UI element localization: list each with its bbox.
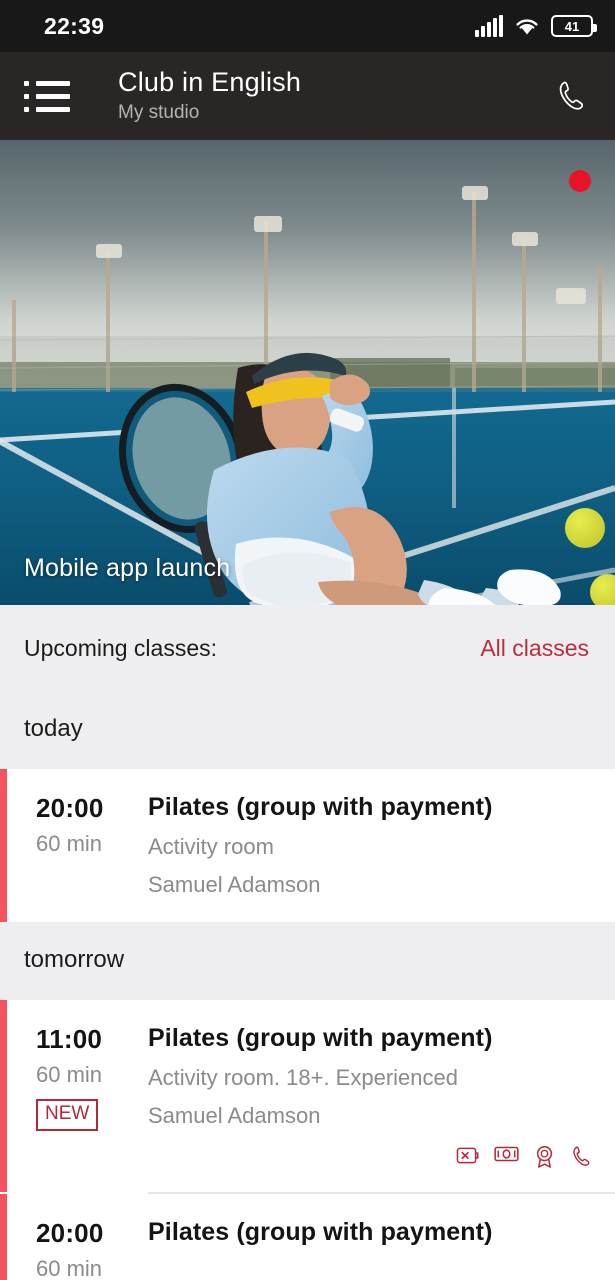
class-card[interactable]: 20:00 60 min Pilates (group with payment… [0, 1194, 615, 1280]
page-subtitle: My studio [118, 101, 200, 123]
class-room: Activity room. 18+. Experienced [148, 1065, 458, 1090]
class-duration: 60 min [36, 1256, 103, 1280]
class-details: Pilates (group with payment) Activity ro… [148, 1022, 593, 1168]
class-trainer: Samuel Adamson [148, 872, 321, 897]
class-title: Pilates (group with payment) [148, 1218, 493, 1246]
class-duration: 60 min [36, 831, 103, 856]
class-title: Pilates (group with payment) [148, 793, 493, 821]
status-time: 22:39 [44, 12, 105, 39]
status-badge: NEW [36, 1099, 99, 1131]
wallet-no-payment-icon[interactable] [456, 1145, 479, 1168]
page-title: Club in English [118, 66, 302, 97]
hero-caption: Mobile app launch [24, 554, 231, 582]
signal-bars-icon [475, 15, 503, 37]
class-details: Pilates (group with payment) [148, 1216, 593, 1280]
status-icons: 41 [475, 15, 597, 37]
day-header-today: today [0, 691, 615, 769]
list-menu-icon[interactable] [24, 76, 72, 116]
class-time: 11:00 [36, 1024, 103, 1054]
class-accent-bar [0, 1000, 7, 1192]
class-card[interactable]: 20:00 60 min Pilates (group with payment… [0, 769, 615, 922]
wifi-icon [514, 15, 540, 37]
day-header-tomorrow: tomorrow [0, 922, 615, 1000]
class-details: Pilates (group with payment) Activity ro… [148, 791, 593, 898]
banknote-zero-icon[interactable] [494, 1145, 519, 1168]
class-room: Activity room [148, 834, 274, 859]
battery-icon: 41 [551, 15, 597, 37]
phone-icon[interactable] [549, 72, 593, 120]
class-time-column: 20:00 60 min [0, 791, 148, 898]
app-screen: 22:39 41 Club in English My studio Mobil… [0, 0, 615, 1280]
status-bar: 22:39 41 [0, 0, 615, 52]
upcoming-classes-label: Upcoming classes: [24, 634, 218, 661]
class-card[interactable]: 11:00 60 min NEW Pilates (group with pay… [0, 1000, 615, 1192]
class-duration: 60 min [36, 1062, 103, 1087]
hero-banner[interactable]: Mobile app launch [0, 140, 615, 605]
app-bar-titles: Club in English My studio [118, 67, 549, 126]
class-trainer: Samuel Adamson [148, 1103, 321, 1128]
class-accent-bar [0, 1194, 7, 1280]
class-time-column: 11:00 60 min NEW [0, 1022, 148, 1168]
class-time: 20:00 [36, 1218, 104, 1248]
phone-icon[interactable] [570, 1145, 593, 1168]
all-classes-link[interactable]: All classes [480, 635, 589, 662]
carousel-dot-icon[interactable] [569, 170, 591, 192]
class-accent-bar [0, 769, 7, 922]
class-time-column: 20:00 60 min [0, 1216, 148, 1280]
class-title: Pilates (group with payment) [148, 1024, 493, 1052]
upcoming-classes-bar: Upcoming classes: All classes [0, 605, 615, 691]
class-time: 20:00 [36, 793, 104, 823]
hero-image [0, 140, 615, 605]
award-ribbon-icon[interactable] [534, 1145, 555, 1168]
class-attribute-icons [148, 1145, 593, 1168]
battery-level: 41 [564, 18, 580, 34]
app-bar: Club in English My studio [0, 52, 615, 140]
